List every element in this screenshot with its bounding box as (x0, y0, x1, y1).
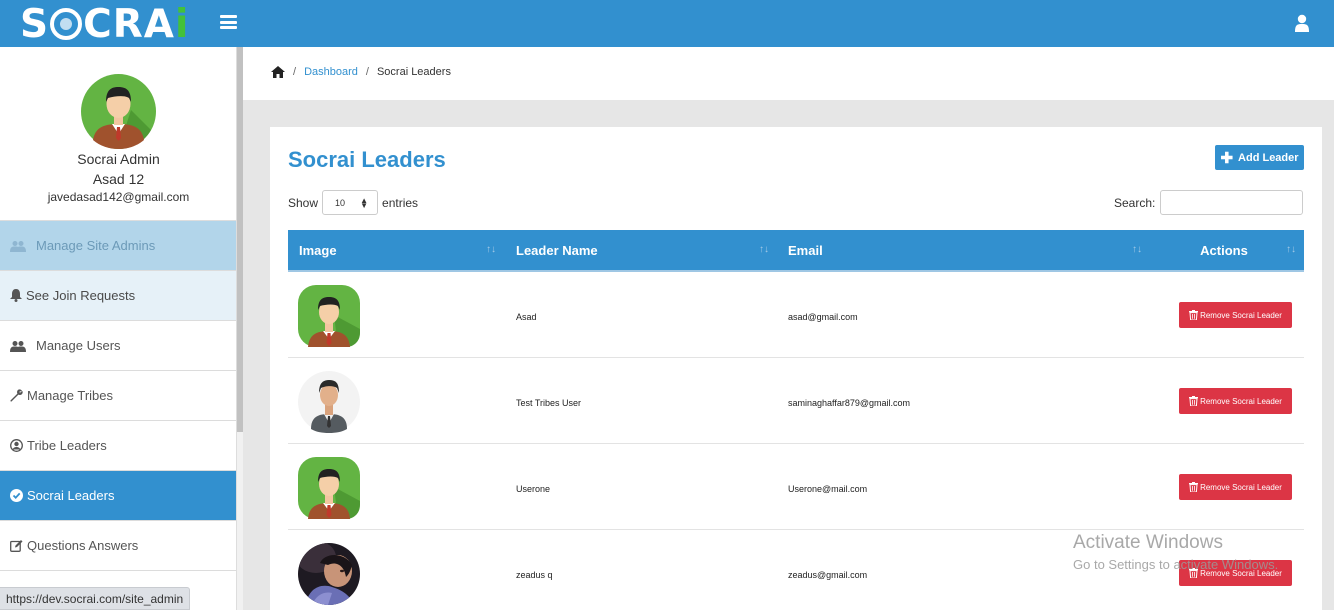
sort-icon: ↑↓ (1132, 244, 1142, 255)
remove-socrai-leader-button[interactable]: Remove Socrai Leader (1179, 474, 1292, 500)
leader-email: Userone@mail.com (788, 484, 868, 494)
leader-name: Userone (516, 484, 551, 494)
table-row: Asad asad@gmail.com Remove Socrai Leader (288, 272, 1304, 358)
leader-email: asad@gmail.com (788, 312, 858, 322)
sidebar-scrollbar[interactable] (237, 47, 243, 610)
trash-icon (1189, 568, 1199, 578)
sidebar-item-label: Tribe Leaders (27, 438, 107, 453)
breadcrumb-bar: / Dashboard / Socrai Leaders (243, 47, 1334, 100)
leader-name: zeadus q (516, 570, 553, 580)
check-circle-icon (10, 489, 23, 503)
trash-icon (1189, 310, 1199, 320)
sort-icon: ↑↓ (1286, 244, 1296, 255)
leaders-card: Socrai Leaders ✚ Add Leader Show 10 ▲ ▼ e… (270, 127, 1322, 610)
brain-icon (50, 8, 83, 40)
wrench-icon (10, 389, 23, 403)
remove-socrai-leader-button[interactable]: Remove Socrai Leader (1179, 560, 1292, 586)
leader-avatar-image (298, 543, 360, 605)
leader-avatar-image (298, 457, 360, 519)
leader-name: Test Tribes User (516, 398, 582, 408)
search-input[interactable] (1160, 190, 1304, 215)
sidebar-item-see-join-requests[interactable]: See Join Requests (0, 271, 236, 321)
sidebar-item-label: Socrai Leaders (27, 488, 115, 503)
select-arrows-icon: ▲ ▼ (360, 195, 369, 210)
plus-icon: ✚ (1220, 149, 1234, 167)
add-leader-button[interactable]: ✚ Add Leader (1215, 145, 1304, 170)
leader-email: saminaghaffar879@gmail.com (788, 398, 911, 408)
table-header: Image ↑↓ Leader Name ↑↓ Email ↑↓ Actions… (288, 230, 1304, 271)
sidebar-item-label: Questions Answers (27, 538, 139, 553)
users-icon (10, 339, 26, 353)
breadcrumb-dashboard-link[interactable]: Dashboard (304, 66, 358, 78)
users-icon (10, 239, 26, 253)
sidebar-item-label: Manage Users (36, 338, 121, 353)
column-header-image[interactable]: Image ↑↓ (299, 230, 504, 271)
user-icon[interactable] (1295, 14, 1309, 32)
scrollbar-thumb[interactable] (237, 47, 243, 432)
column-header-leader-name[interactable]: Leader Name ↑↓ (516, 230, 776, 271)
profile-panel: Socrai Admin Asad 12 javedasad142@gmail.… (0, 47, 236, 221)
entries-length-control: Show 10 ▲ ▼ entries (288, 190, 418, 215)
column-header-actions[interactable]: Actions ↑↓ (1158, 230, 1304, 271)
sidebar-item-manage-site-admins[interactable]: Manage Site Admins (0, 221, 236, 271)
leader-email: zeadus@gmail.com (788, 570, 868, 580)
sidebar-item-manage-tribes[interactable]: Manage Tribes (0, 371, 236, 421)
breadcrumb-current: Socrai Leaders (376, 66, 451, 78)
sidebar-item-socrai-leaders[interactable]: Socrai Leaders (0, 471, 236, 521)
remove-socrai-leader-button[interactable]: Remove Socrai Leader (1179, 302, 1292, 328)
search-control: Search: (1114, 190, 1304, 215)
profile-email: javedasad142@gmail.com (47, 190, 190, 204)
profile-role: Socrai Admin (77, 151, 160, 167)
leader-name: Asad (516, 312, 537, 322)
user-circle-icon (10, 439, 23, 453)
sidebar: Socrai Admin Asad 12 javedasad142@gmail.… (0, 47, 237, 610)
sidebar-item-tribe-leaders[interactable]: Tribe Leaders (0, 421, 236, 471)
top-navbar: S CR Ai (0, 0, 1334, 47)
sort-icon: ↑↓ (759, 244, 769, 255)
edit-icon (10, 539, 23, 553)
remove-socrai-leader-button[interactable]: Remove Socrai Leader (1179, 388, 1292, 414)
sidebar-item-label: See Join Requests (26, 288, 136, 303)
sidebar-item-label: Manage Site Admins (36, 238, 156, 253)
status-bar-url: https://dev.socrai.com/site_admin (0, 587, 191, 610)
column-header-email[interactable]: Email ↑↓ (788, 230, 1158, 271)
sidebar-item-questions-answers[interactable]: Questions Answers (0, 521, 236, 571)
table-row: Test Tribes User saminaghaffar879@gmail.… (288, 358, 1304, 444)
hamburger-menu-icon[interactable] (220, 15, 237, 29)
sidebar-item-label: Manage Tribes (27, 388, 113, 403)
table-row: Userone Userone@mail.com Remove Socrai L… (288, 444, 1304, 530)
breadcrumb: / Dashboard / Socrai Leaders (271, 66, 451, 78)
avatar[interactable] (81, 74, 156, 149)
sidebar-menu: Manage Site Admins See Join Requests Man… (0, 221, 236, 571)
sort-icon: ↑↓ (486, 244, 496, 255)
entries-select[interactable]: 10 ▲ ▼ (322, 190, 379, 215)
profile-name: Asad 12 (92, 171, 145, 187)
home-icon[interactable] (271, 66, 285, 78)
leader-avatar-image (298, 285, 360, 347)
trash-icon (1189, 482, 1199, 492)
page-title: Socrai Leaders (288, 147, 446, 172)
table-row: zeadus q zeadus@gmail.com Remove Socrai … (288, 530, 1304, 610)
leader-avatar-image (298, 371, 360, 433)
sidebar-item-manage-users[interactable]: Manage Users (0, 321, 236, 371)
trash-icon (1189, 396, 1199, 406)
bell-icon (10, 289, 22, 303)
socrai-logo[interactable]: S CR Ai (20, 2, 189, 47)
